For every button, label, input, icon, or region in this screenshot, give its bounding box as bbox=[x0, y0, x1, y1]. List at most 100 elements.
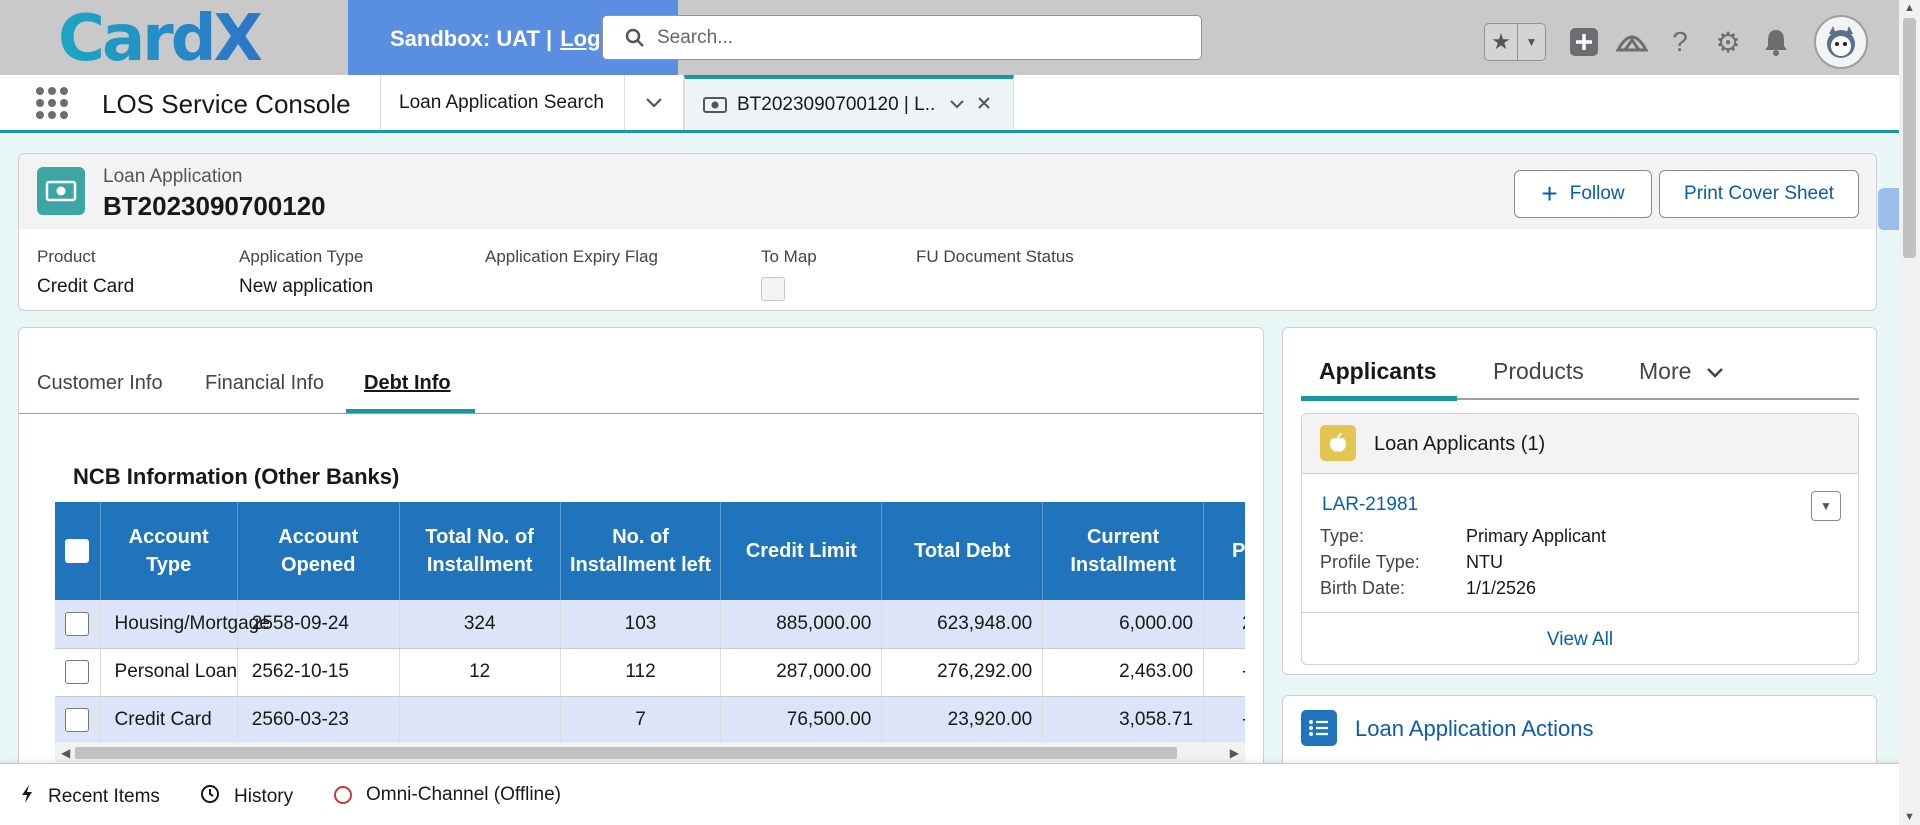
column-header[interactable]: Current Installment bbox=[1042, 502, 1205, 600]
table-row[interactable]: Personal Loan 2562-10-15 12 112 287,000.… bbox=[55, 648, 1245, 697]
related-tabs: Applicants Products More bbox=[1301, 328, 1859, 400]
column-header[interactable]: Paym bbox=[1203, 502, 1245, 600]
active-tab-indicator bbox=[346, 409, 475, 413]
loan-application-icon bbox=[37, 167, 85, 215]
field-application-expiry-flag: Application Expiry Flag bbox=[485, 247, 658, 267]
lightning-icon bbox=[20, 784, 34, 810]
cell-account-type: Housing/Mortgage bbox=[100, 600, 270, 649]
favorites-dropdown-icon[interactable]: ▼ bbox=[1518, 24, 1545, 60]
scrollbar-thumb[interactable] bbox=[1903, 18, 1916, 258]
select-all-checkbox[interactable] bbox=[65, 539, 90, 563]
table-row[interactable]: Credit Card 2560-03-23 7 76,500.00 23,92… bbox=[55, 696, 1245, 742]
tab-customer-info[interactable]: Customer Info bbox=[37, 372, 163, 395]
logout-link[interactable]: Log bbox=[560, 26, 600, 51]
actions-list-icon bbox=[1301, 710, 1337, 746]
tab-chevron-down-icon[interactable] bbox=[949, 94, 965, 115]
side-panel-toggle[interactable] bbox=[1878, 188, 1899, 230]
view-all-link[interactable]: View All bbox=[1302, 612, 1858, 664]
row-actions-dropdown-icon[interactable]: ▼ bbox=[1811, 491, 1841, 521]
cell-credit-limit: 76,500.00 bbox=[720, 696, 883, 742]
cell-installments-left: 112 bbox=[560, 648, 722, 697]
record-highlights: Loan Application BT2023090700120 + Follow… bbox=[18, 153, 1877, 311]
column-header[interactable]: Credit Limit bbox=[720, 502, 883, 600]
tab-applicants[interactable]: Applicants bbox=[1319, 358, 1437, 385]
scroll-left-arrow-icon[interactable]: ◀ bbox=[61, 746, 70, 760]
applicant-record-link[interactable]: LAR-21981 bbox=[1322, 494, 1418, 516]
setup-gear-icon[interactable]: ⚙ bbox=[1704, 18, 1752, 66]
scroll-right-arrow-icon[interactable]: ▶ bbox=[1230, 746, 1239, 760]
active-tab-indicator bbox=[1301, 396, 1457, 401]
page-vertical-scrollbar[interactable]: ▲ ▼ bbox=[1899, 0, 1920, 825]
field-value: New application bbox=[239, 276, 374, 297]
chevron-down-icon bbox=[646, 97, 662, 108]
help-icon[interactable]: ? bbox=[1656, 18, 1704, 66]
row-checkbox[interactable] bbox=[65, 660, 90, 684]
record-object-type: Loan Application bbox=[103, 166, 243, 187]
field-label: Application Expiry Flag bbox=[485, 247, 658, 266]
notifications-bell-icon[interactable] bbox=[1752, 18, 1800, 66]
svg-text:CardX: CardX bbox=[58, 6, 263, 70]
detail-card: Customer Info Financial Info Debt Info N… bbox=[18, 327, 1264, 825]
favorites-star-icon[interactable]: ★ bbox=[1485, 24, 1518, 60]
user-avatar[interactable] bbox=[1814, 15, 1868, 69]
column-header[interactable]: Total Debt bbox=[881, 502, 1044, 600]
cardx-logo[interactable]: CardX bbox=[56, 6, 292, 70]
app-launcher-icon[interactable] bbox=[36, 87, 68, 119]
scroll-up-arrow-icon[interactable]: ▲ bbox=[1904, 2, 1915, 14]
cell-installments-left: 7 bbox=[560, 696, 722, 742]
nav-tab-loan-application-record[interactable]: BT2023090700120 | L... bbox=[684, 75, 1014, 130]
scroll-down-arrow-icon[interactable]: ▼ bbox=[1904, 811, 1915, 823]
nav-tab-overflow-menu[interactable] bbox=[624, 75, 684, 130]
column-header[interactable]: Account Type bbox=[100, 502, 238, 600]
column-header[interactable]: Account Opened bbox=[237, 502, 400, 600]
applicant-field-profile-type: Profile Type: NTU bbox=[1320, 552, 1503, 573]
global-search[interactable] bbox=[602, 15, 1202, 60]
money-icon bbox=[703, 96, 727, 113]
field-product: Product Credit Card bbox=[37, 247, 134, 298]
utility-bar: Recent Items History Omni-Channel (Offli… bbox=[0, 763, 1899, 825]
cell-account-type: Personal Loan bbox=[100, 648, 238, 697]
field-value: Primary Applicant bbox=[1466, 526, 1607, 546]
row-select-cell bbox=[55, 600, 101, 649]
search-input[interactable] bbox=[657, 26, 1157, 49]
related-card: Applicants Products More Loan Applicants… bbox=[1282, 327, 1877, 675]
chevron-down-icon bbox=[1706, 368, 1723, 378]
select-all-cell bbox=[55, 502, 101, 600]
cell-total-installments bbox=[399, 696, 561, 742]
table-header-row: Account Type Account Opened Total No. of… bbox=[55, 502, 1245, 600]
row-checkbox[interactable] bbox=[65, 611, 90, 636]
follow-button[interactable]: + Follow bbox=[1514, 170, 1652, 218]
column-header[interactable]: No. of Installment left bbox=[560, 502, 722, 600]
scrollbar-thumb[interactable] bbox=[75, 747, 1177, 759]
search-icon bbox=[625, 28, 644, 47]
field-fu-document-status: FU Document Status bbox=[916, 247, 1074, 267]
related-list-title[interactable]: Loan Applicants (1) bbox=[1374, 433, 1545, 456]
tab-more[interactable]: More bbox=[1639, 358, 1724, 385]
utility-omni-channel[interactable]: Omni-Channel (Offline) bbox=[334, 784, 561, 806]
trailhead-icon[interactable] bbox=[1608, 18, 1656, 66]
row-checkbox[interactable] bbox=[65, 708, 90, 732]
tab-close-icon[interactable] bbox=[977, 94, 991, 115]
utility-history[interactable]: History bbox=[200, 784, 293, 810]
actions-title[interactable]: Loan Application Actions bbox=[1355, 716, 1594, 742]
applicant-field-type: Type: Primary Applicant bbox=[1320, 526, 1606, 547]
nav-tab-loan-application-search[interactable]: Loan Application Search bbox=[380, 75, 624, 130]
table-row[interactable]: Housing/Mortgage 2558-09-24 324 103 885,… bbox=[55, 600, 1245, 649]
field-label: Product bbox=[37, 247, 96, 266]
tab-more-label: More bbox=[1639, 358, 1692, 384]
tab-financial-info[interactable]: Financial Info bbox=[205, 372, 324, 395]
global-actions-plus-icon[interactable] bbox=[1560, 18, 1608, 66]
field-value: 1/1/2526 bbox=[1466, 578, 1537, 598]
field-label: To Map bbox=[761, 247, 817, 266]
column-header[interactable]: Total No. of Installment bbox=[399, 502, 561, 600]
utility-recent-items[interactable]: Recent Items bbox=[20, 784, 160, 810]
sandbox-label: Sandbox: UAT | bbox=[390, 26, 553, 51]
tab-products[interactable]: Products bbox=[1493, 358, 1584, 385]
tab-debt-info[interactable]: Debt Info bbox=[364, 372, 451, 395]
cell-current-installment: 2,463.00 bbox=[1042, 648, 1205, 697]
utility-label: Omni-Channel (Offline) bbox=[366, 784, 562, 805]
field-label: FU Document Status bbox=[916, 247, 1074, 266]
field-label: Birth Date: bbox=[1320, 578, 1406, 598]
print-cover-sheet-button[interactable]: Print Cover Sheet bbox=[1659, 170, 1859, 218]
table-horizontal-scrollbar[interactable]: ◀ ▶ bbox=[55, 742, 1245, 762]
